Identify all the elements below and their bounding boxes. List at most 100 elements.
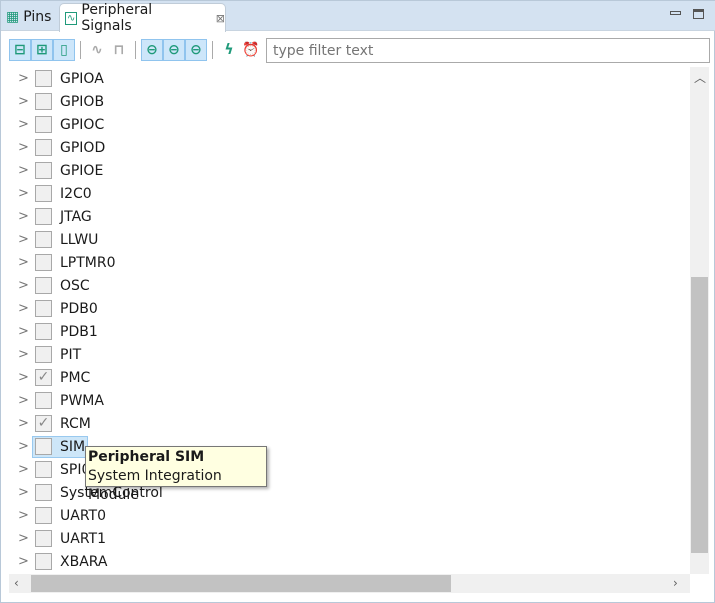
item-label: LPTMR0 [60,254,116,271]
wave-icon[interactable]: ∿ [86,39,108,61]
show-routed-icon[interactable]: ⊞ [31,39,53,61]
checkbox[interactable] [35,461,52,478]
expand-chevron-icon[interactable]: > [18,140,29,155]
checkbox[interactable] [35,392,52,409]
tab-peripheral-signals[interactable]: ∿ Peripheral Signals ⊠ [59,2,226,34]
tree-item[interactable]: > LLWU [1,228,690,251]
checkbox[interactable] [35,116,52,133]
expand-chevron-icon[interactable]: > [18,554,29,569]
checkbox[interactable] [35,553,52,570]
scroll-right-icon[interactable]: › [673,576,678,590]
tree-item[interactable]: > PWMA [1,389,690,412]
filter-input[interactable] [266,38,710,63]
checkbox[interactable]: ✓ [35,415,52,432]
item-label: PDB0 [60,300,98,317]
checkbox[interactable] [35,346,52,363]
item-label: LLWU [60,231,99,248]
tree-item[interactable]: > PIT [1,343,690,366]
tree-item[interactable]: > GPIOE [1,159,690,182]
tree-item[interactable]: > UART0 [1,504,690,527]
tree-item[interactable]: > PDB0 [1,297,690,320]
expand-chevron-icon[interactable]: > [18,347,29,362]
table-icon: ▦ [6,9,20,25]
expand-chevron-icon[interactable]: > [18,324,29,339]
item-label: I2C0 [60,185,92,202]
peripheral-signals-view: ▦ Pins ∿ Peripheral Signals ⊠ ⊟ ⊞ ▯ ∿ ⊓ … [0,0,715,603]
tree-item[interactable]: > ✓ RCM [1,412,690,435]
tree-item[interactable]: > GPIOC [1,113,690,136]
expand-chevron-icon[interactable]: > [18,209,29,224]
tooltip-title: Peripheral SIM [88,449,205,465]
expand-chevron-icon[interactable]: > [18,301,29,316]
expand-chevron-icon[interactable]: > [18,255,29,270]
tree-item[interactable]: > UART1 [1,527,690,550]
expand-chevron-icon[interactable]: > [18,232,29,247]
checkbox[interactable] [35,438,52,455]
expand-chevron-icon[interactable]: > [18,462,29,477]
expand-chevron-icon[interactable]: > [18,278,29,293]
tree-item[interactable]: > XBARA [1,550,690,573]
tree-item[interactable]: > GPIOA [1,67,690,90]
square-wave-icon[interactable]: ⊓ [108,39,130,61]
checkbox[interactable] [35,300,52,317]
expand-chevron-icon[interactable]: > [18,117,29,132]
item-label: SIM [60,438,86,455]
checkbox[interactable]: ✓ [35,369,52,386]
horizontal-scrollbar[interactable]: ‹ › [9,574,690,593]
checkbox[interactable] [35,323,52,340]
expand-chevron-icon[interactable]: > [18,439,29,454]
expand-chevron-icon[interactable]: > [18,485,29,500]
checkbox[interactable] [35,162,52,179]
input-direction-icon[interactable]: ⊖ [141,39,163,61]
expand-chevron-icon[interactable]: > [18,416,29,431]
checkbox[interactable] [35,231,52,248]
expand-chevron-icon[interactable]: > [18,393,29,408]
show-unrouted-icon[interactable]: ▯ [53,39,75,61]
tree-item[interactable]: > I2C0 [1,182,690,205]
item-label: UART1 [60,530,106,547]
tree-item[interactable]: > GPIOB [1,90,690,113]
show-all-icon[interactable]: ⊟ [9,39,31,61]
expand-chevron-icon[interactable]: > [18,71,29,86]
minimize-button[interactable] [670,11,681,15]
expand-chevron-icon[interactable]: > [18,531,29,546]
item-label: PIT [60,346,82,363]
item-label: GPIOD [60,139,106,156]
tree-item[interactable]: > PDB1 [1,320,690,343]
checkbox[interactable] [35,277,52,294]
lightning-icon[interactable]: ϟ [218,39,240,61]
close-icon[interactable]: ⊠ [216,12,225,25]
tree-item[interactable]: > ✓ PMC [1,366,690,389]
checkbox[interactable] [35,93,52,110]
item-label: UART0 [60,507,106,524]
scroll-up-icon[interactable]: ︿ [694,69,706,86]
item-label: GPIOA [60,70,104,87]
expand-chevron-icon[interactable]: > [18,370,29,385]
tree-item[interactable]: > OSC [1,274,690,297]
item-label: GPIOE [60,162,104,179]
checkbox[interactable] [35,254,52,271]
tree-item[interactable]: > LPTMR0 [1,251,690,274]
checkbox[interactable] [35,70,52,87]
checkbox[interactable] [35,139,52,156]
checkbox[interactable] [35,208,52,225]
vertical-scroll-thumb[interactable] [691,277,708,553]
tree-item[interactable]: > JTAG [1,205,690,228]
checkbox[interactable] [35,507,52,524]
tab-pins[interactable]: ▦ Pins [6,3,51,31]
vertical-scrollbar[interactable]: ︿ [690,67,709,574]
tree-item[interactable]: > GPIOD [1,136,690,159]
expand-chevron-icon[interactable]: > [18,163,29,178]
expand-chevron-icon[interactable]: > [18,186,29,201]
inout-direction-icon[interactable]: ⊖ [185,39,207,61]
expand-chevron-icon[interactable]: > [18,94,29,109]
expand-chevron-icon[interactable]: > [18,508,29,523]
alarm-clock-icon[interactable]: ⏰ [240,39,262,61]
checkbox[interactable] [35,530,52,547]
output-direction-icon[interactable]: ⊖ [163,39,185,61]
checkbox[interactable] [35,484,52,501]
checkbox[interactable] [35,185,52,202]
maximize-button[interactable] [693,9,704,19]
scroll-left-icon[interactable]: ‹ [14,576,19,590]
horizontal-scroll-thumb[interactable] [31,575,451,592]
